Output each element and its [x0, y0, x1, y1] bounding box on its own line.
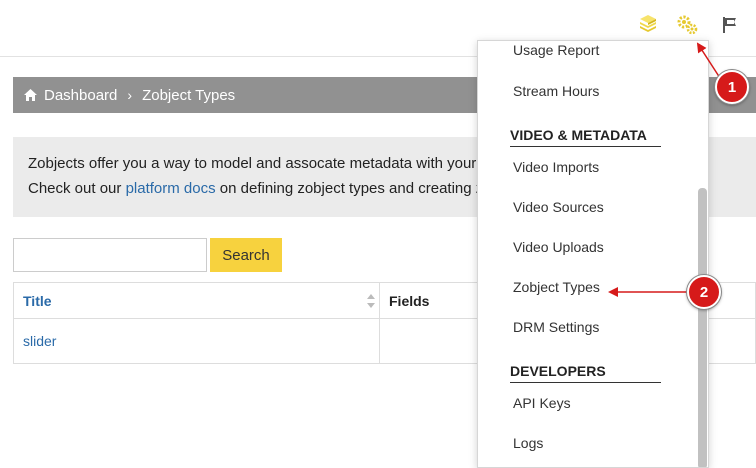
annotation-badge-1: 1 — [715, 70, 749, 104]
title-column-label: Title — [23, 292, 52, 309]
platform-docs-link[interactable]: platform docs — [126, 180, 216, 197]
info-line-2-prefix: Check out our — [28, 180, 126, 197]
table-cell-title: slider — [13, 318, 380, 364]
menu-item-logs[interactable]: Logs — [513, 435, 543, 451]
gears-icon[interactable] — [677, 14, 699, 36]
title-column-header[interactable]: Title — [13, 282, 380, 319]
menu-section-video-metadata: VIDEO & METADATA — [510, 127, 647, 143]
menu-item-drm-settings[interactable]: DRM Settings — [513, 319, 599, 335]
home-icon — [24, 89, 37, 101]
menu-item-video-uploads[interactable]: Video Uploads — [513, 239, 604, 255]
menu-item-stream-hours[interactable]: Stream Hours — [513, 83, 599, 99]
search-button[interactable]: Search — [210, 238, 282, 272]
stack-icon[interactable] — [637, 14, 659, 36]
menu-item-video-imports[interactable]: Video Imports — [513, 159, 599, 175]
menu-divider — [510, 382, 661, 383]
menu-item-usage-report[interactable]: Usage Report — [513, 42, 599, 58]
search-input[interactable] — [13, 238, 207, 272]
info-line-2-suffix: on defining zobject types and creating z — [215, 180, 484, 197]
flag-icon[interactable] — [719, 14, 741, 36]
menu-scrollbar-thumb[interactable] — [698, 188, 707, 467]
breadcrumb-dashboard-link[interactable]: Dashboard — [44, 87, 117, 104]
menu-divider — [510, 146, 661, 147]
menu-item-video-sources[interactable]: Video Sources — [513, 199, 604, 215]
breadcrumb-separator: › — [127, 87, 133, 103]
settings-dropdown-menu: Usage Report Stream Hours VIDEO & METADA… — [477, 40, 709, 468]
menu-item-zobject-types[interactable]: Zobject Types — [513, 279, 600, 295]
menu-section-developers: DEVELOPERS — [510, 363, 606, 379]
breadcrumb-current: Zobject Types — [142, 86, 236, 104]
menu-item-api-keys[interactable]: API Keys — [513, 395, 571, 411]
zobject-title-link[interactable]: slider — [23, 333, 56, 349]
fields-column-label: Fields — [389, 292, 430, 309]
annotation-badge-2: 2 — [687, 275, 721, 309]
sort-icon[interactable] — [367, 294, 375, 308]
